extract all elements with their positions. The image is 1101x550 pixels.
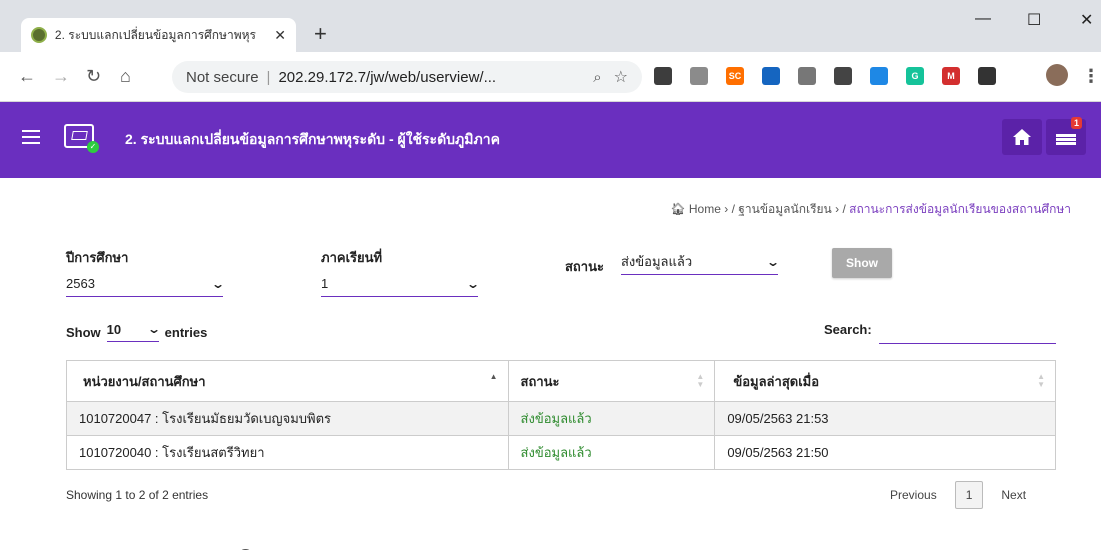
not-secure-label: Not secure bbox=[186, 68, 259, 86]
show-label: Show bbox=[66, 324, 101, 340]
reload-icon[interactable]: ↻ bbox=[86, 66, 101, 86]
browser-tabstrip: 2. ระบบแลกเปลี่ยนข้อมูลการศึกษาพหุร ✕ + … bbox=[0, 0, 1101, 52]
address-bar[interactable]: i Not secure | 202.29.172.7/jw/web/userv… bbox=[172, 61, 642, 550]
sc-extension-icon[interactable]: SC bbox=[726, 67, 744, 85]
column-header-updated[interactable]: ข้อมูลล่าสุดเมื่อ ▲ ▼ bbox=[714, 360, 1056, 402]
search-label: Search: bbox=[824, 322, 872, 337]
tab-close-icon[interactable]: ✕ bbox=[274, 27, 286, 44]
app-title: 2. ระบบแลกเปลี่ยนข้อมูลการศึกษาพหุระดับ … bbox=[125, 131, 500, 147]
circle-extension-icon[interactable] bbox=[762, 67, 780, 85]
search-input[interactable] bbox=[879, 320, 1056, 344]
minimize-button[interactable]: — bbox=[975, 10, 991, 28]
forward-arrow-icon[interactable]: → bbox=[52, 66, 70, 86]
table-row[interactable]: 1010720047 : โรงเรียนมัธยมวัดเบญจมบพิตร … bbox=[66, 401, 1056, 436]
page-length-control: Show 10 ⌄ entries bbox=[66, 322, 207, 342]
home-icon[interactable]: ⌂ bbox=[120, 66, 131, 86]
page-button-current[interactable]: 1 bbox=[954, 481, 984, 509]
breadcrumb: 🏠︎ Home › / ฐานข้อมูลนักเรียน › / สถานะก… bbox=[670, 200, 1071, 219]
cell-school: 1010720047 : โรงเรียนมัธยมวัดเบญจมบพิตร bbox=[66, 401, 509, 436]
breadcrumb-home[interactable]: Home bbox=[689, 202, 721, 216]
breadcrumb-current: สถานะการส่งข้อมูลนักเรียนของสถานศึกษา bbox=[849, 202, 1071, 216]
profile-avatar[interactable] bbox=[1046, 64, 1068, 86]
chevron-down-icon: ⌄ bbox=[465, 276, 481, 291]
show-button[interactable]: Show bbox=[832, 248, 892, 278]
table-header-row: หน่วยงาน/สถานศึกษา ▲ สถานะ ▲ ▼ ข้อมูลล่าส… bbox=[66, 360, 1056, 402]
chevron-down-icon: ⌄ bbox=[765, 254, 781, 269]
sort-icon: ▲ ▼ bbox=[1037, 372, 1045, 389]
grammarly-extension-icon[interactable]: G bbox=[906, 67, 924, 85]
term-label: ภาคเรียนที่ bbox=[321, 250, 383, 265]
year-label: ปีการศึกษา bbox=[66, 250, 129, 265]
status-value: ส่งข้อมูลแล้ว bbox=[621, 254, 693, 269]
red-m-extension-icon[interactable]: M bbox=[942, 67, 960, 85]
breadcrumb-separator: › / bbox=[835, 202, 846, 216]
breadcrumb-home-icon[interactable]: 🏠︎ bbox=[670, 202, 685, 216]
zoom-icon[interactable]: ⌕ bbox=[593, 69, 601, 86]
breadcrumb-separator: › / bbox=[724, 202, 735, 216]
gauge-extension-icon[interactable] bbox=[834, 67, 852, 85]
close-window-button[interactable]: ✕ bbox=[1080, 10, 1093, 30]
page-length-select[interactable]: 10 ⌄ bbox=[106, 322, 161, 342]
new-tab-button[interactable]: + bbox=[314, 22, 327, 46]
grid-extension-icon[interactable] bbox=[978, 67, 996, 85]
status-label: สถานะ bbox=[565, 259, 604, 274]
hamburger-menu-icon[interactable] bbox=[22, 130, 40, 144]
app-logo-icon: ✓ bbox=[64, 124, 99, 153]
cell-updated: 09/05/2563 21:50 bbox=[714, 435, 1056, 470]
chevron-down-icon: ⌄ bbox=[146, 322, 161, 336]
results-table: หน่วยงาน/สถานศึกษา ▲ สถานะ ▲ ▼ ข้อมูลล่าส… bbox=[66, 360, 1056, 470]
status-select[interactable]: ส่งข้อมูลแล้ว ⌄ bbox=[621, 249, 781, 275]
maximize-button[interactable]: ☐ bbox=[1027, 10, 1041, 30]
document-extension-icon[interactable] bbox=[690, 67, 708, 85]
inbox-stack-icon bbox=[1056, 134, 1076, 145]
table-info: Showing 1 to 2 of 2 entries bbox=[66, 488, 209, 502]
tab-title: 2. ระบบแลกเปลี่ยนข้อมูลการศึกษาพหุร bbox=[54, 27, 256, 42]
next-button[interactable]: Next bbox=[991, 482, 1036, 508]
breadcrumb-student-db[interactable]: ฐานข้อมูลนักเรียน bbox=[738, 202, 832, 216]
chevron-down-icon: ⌄ bbox=[210, 276, 226, 291]
bookmark-star-icon[interactable]: ☆ bbox=[614, 67, 628, 87]
term-value: 1 bbox=[321, 276, 329, 291]
pdf-extension-icon[interactable] bbox=[798, 67, 816, 85]
back-arrow-icon[interactable]: ← bbox=[18, 66, 36, 86]
site-favicon-icon bbox=[31, 27, 47, 43]
cell-school: 1010720040 : โรงเรียนสตรีวิทยา bbox=[66, 435, 509, 470]
column-header-school[interactable]: หน่วยงาน/สถานศึกษา ▲ bbox=[66, 360, 509, 402]
home-button[interactable] bbox=[1002, 119, 1042, 155]
year-value: 2563 bbox=[66, 276, 95, 291]
speech-bubble-extension-icon[interactable] bbox=[654, 67, 672, 85]
browser-toolbar: ← → ↻ ⌂ i Not secure | 202.29.172.7/jw/w… bbox=[0, 52, 1101, 550]
url-text[interactable]: 202.29.172.7/jw/web/userview/... bbox=[278, 69, 496, 86]
sort-asc-icon: ▲ bbox=[489, 372, 498, 381]
page-length-value: 10 bbox=[106, 322, 122, 337]
grad-cap-extension-icon[interactable] bbox=[870, 67, 888, 85]
pagination: Previous 1 Next bbox=[880, 481, 1036, 509]
app-header: ✓ 2. ระบบแลกเปลี่ยนข้อมูลการศึกษาพหุระดั… bbox=[0, 102, 1101, 178]
sort-icon: ▲ ▼ bbox=[696, 372, 705, 389]
term-select[interactable]: 1 ⌄ bbox=[321, 271, 481, 297]
table-row[interactable]: 1010720040 : โรงเรียนสตรีวิทยา ส่งข้อมูล… bbox=[66, 435, 1056, 470]
cell-status: ส่งข้อมูลแล้ว bbox=[507, 435, 716, 470]
browser-menu-icon[interactable]: ⋮ bbox=[1082, 66, 1100, 86]
notifications-button[interactable]: 1 bbox=[1046, 117, 1086, 155]
notification-badge: 1 bbox=[1070, 117, 1082, 129]
omnibox-divider: | bbox=[266, 68, 271, 86]
previous-button[interactable]: Previous bbox=[880, 482, 947, 508]
browser-tab[interactable]: 2. ระบบแลกเปลี่ยนข้อมูลการศึกษาพหุร ✕ bbox=[21, 18, 296, 52]
entries-label: entries bbox=[164, 324, 208, 340]
cell-status: ส่งข้อมูลแล้ว bbox=[507, 401, 716, 436]
house-icon bbox=[1013, 129, 1031, 145]
column-header-status[interactable]: สถานะ ▲ ▼ bbox=[507, 360, 716, 402]
year-select[interactable]: 2563 ⌄ bbox=[66, 271, 226, 297]
cell-updated: 09/05/2563 21:53 bbox=[714, 401, 1056, 436]
